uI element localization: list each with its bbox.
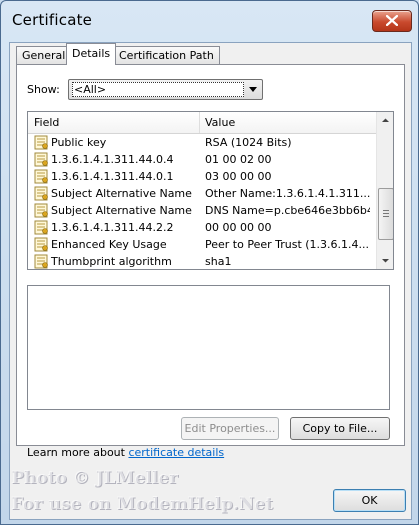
edit-properties-button[interactable]: Edit Properties... — [181, 417, 279, 440]
field-value: RSA (1024 Bits) — [205, 136, 292, 149]
field-name: 1.3.6.1.4.1.311.44.0.4 — [51, 153, 174, 166]
window-title: Certificate — [12, 11, 93, 29]
certificate-field-icon — [34, 135, 48, 150]
title-bar[interactable]: Certificate — [1, 1, 418, 39]
dialog-client-area: General Details Certification Path Show:… — [9, 42, 412, 520]
grip-line — [383, 216, 389, 217]
certificate-field-icon — [34, 203, 48, 218]
field-name: Thumbprint algorithm — [51, 255, 172, 268]
watermark-line-1: Photo © JLMeller — [11, 468, 178, 488]
certificate-details-link[interactable]: certificate details — [128, 446, 224, 459]
certificate-field-icon — [34, 237, 48, 252]
column-divider[interactable] — [199, 112, 200, 133]
field-name: 1.3.6.1.4.1.311.44.2.2 — [51, 221, 174, 234]
learn-more-text: Learn more about certificate details — [27, 446, 224, 459]
learn-more-prefix: Learn more about — [27, 446, 129, 459]
tab-certification-path[interactable]: Certification Path — [113, 46, 220, 64]
field-value-textbox[interactable] — [27, 285, 390, 410]
field-name: Subject Alternative Name — [51, 204, 192, 217]
field-value: Peer to Peer Trust (1.3.6.1.4.... — [205, 238, 370, 251]
field-name: 1.3.6.1.4.1.311.44.0.1 — [51, 170, 174, 183]
certificate-field-icon — [34, 169, 48, 184]
field-name: Subject Alternative Name — [51, 187, 192, 200]
ok-button[interactable]: OK — [333, 489, 406, 512]
fields-list[interactable]: Field Value Public key RSA (1024 Bits) 1.3… — [27, 111, 394, 270]
field-name: Enhanced Key Usage — [51, 238, 167, 251]
field-name: Public key — [51, 136, 107, 149]
certificate-dialog: Certificate General Details Certificatio… — [0, 0, 419, 525]
chevron-up-icon — [382, 118, 389, 122]
details-panel: Show: <All> Field Value Public key RSA (1… — [16, 64, 405, 459]
grip-line — [383, 210, 389, 211]
column-header-field[interactable]: Field — [34, 116, 59, 129]
certificate-field-icon — [34, 220, 48, 235]
certificate-field-icon — [34, 152, 48, 167]
grip-line — [383, 213, 389, 214]
list-item[interactable]: Subject Alternative Name Other Name:1.3.6… — [28, 185, 376, 202]
certificate-field-icon — [34, 254, 48, 269]
copy-to-file-button[interactable]: Copy to File... — [290, 417, 390, 440]
list-rows: Public key RSA (1024 Bits) 1.3.6.1.4.1.311… — [28, 134, 376, 269]
list-item[interactable]: 1.3.6.1.4.1.311.44.0.4 01 00 02 00 — [28, 151, 376, 168]
list-item[interactable]: Public key RSA (1024 Bits) — [28, 134, 376, 151]
scroll-down-button[interactable] — [377, 252, 393, 269]
list-header: Field Value — [28, 112, 376, 134]
certificate-field-icon — [34, 186, 48, 201]
column-header-value[interactable]: Value — [205, 116, 235, 129]
list-item[interactable]: Thumbprint algorithm sha1 — [28, 253, 376, 269]
list-item[interactable]: Enhanced Key Usage Peer to Peer Trust (1.… — [28, 236, 376, 253]
show-dropdown[interactable]: <All> — [68, 79, 263, 100]
field-value: 00 00 00 00 — [205, 221, 272, 234]
show-dropdown-value: <All> — [72, 82, 244, 97]
tab-general[interactable]: General — [16, 46, 72, 64]
field-value: 01 00 02 00 — [205, 153, 272, 166]
watermark-line-2: For use on ModemHelp.Net — [11, 494, 273, 514]
list-item[interactable]: 1.3.6.1.4.1.311.44.0.1 03 00 00 00 — [28, 168, 376, 185]
field-value: DNS Name=p.cbe646e3bb6b4... — [205, 204, 370, 217]
field-value: sha1 — [205, 255, 232, 268]
close-icon — [386, 15, 398, 26]
scroll-thumb[interactable] — [378, 188, 393, 240]
list-item[interactable]: 1.3.6.1.4.1.311.44.2.2 00 00 00 00 — [28, 219, 376, 236]
field-value: 03 00 00 00 — [205, 170, 272, 183]
chevron-down-icon — [382, 259, 389, 263]
show-label: Show: — [27, 83, 60, 96]
chevron-down-icon — [249, 87, 257, 92]
list-item[interactable]: Subject Alternative Name DNS Name=p.cbe64… — [28, 202, 376, 219]
scroll-up-button[interactable] — [377, 112, 393, 129]
tab-details[interactable]: Details — [66, 43, 117, 65]
close-button[interactable] — [372, 10, 412, 32]
field-value: Other Name:1.3.6.1.4.1.311.... — [205, 187, 370, 200]
vertical-scrollbar[interactable] — [376, 112, 393, 269]
